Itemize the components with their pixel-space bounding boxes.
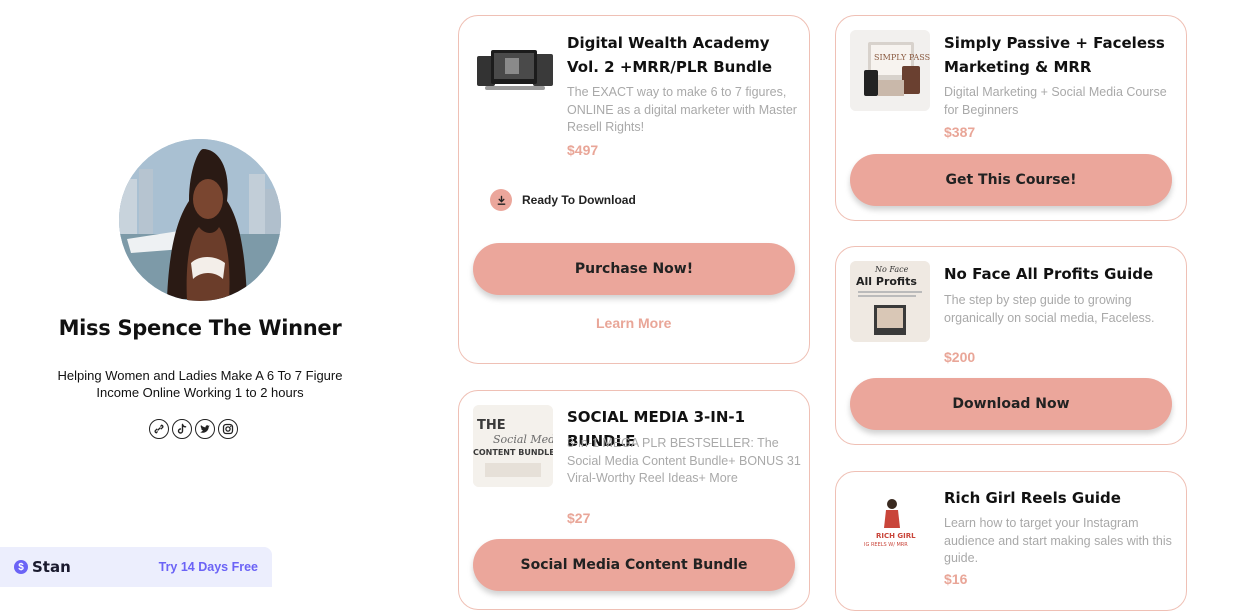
product-card-rich-girl: RICH GIRL IG REELS W/ MRR Rich Girl Reel… (835, 471, 1187, 611)
product-thumbnail: SIMPLY PASSIVE (850, 30, 930, 111)
avatar (119, 139, 281, 301)
product-card-digital-wealth: Digital Wealth Academy Vol. 2 +MRR/PLR B… (458, 15, 810, 364)
product-thumbnail: THE Social Media CONTENT BUNDLE (473, 405, 553, 487)
download-icon (490, 189, 512, 211)
product-description: The step by step guide to growing organi… (944, 293, 1155, 325)
link-icon[interactable] (149, 419, 169, 439)
get-course-button[interactable]: Get This Course! (850, 154, 1172, 206)
stan-logo-icon: $ (14, 560, 28, 574)
download-status-label: Ready To Download (522, 193, 636, 207)
product-title[interactable]: No Face All Profits Guide (944, 262, 1178, 286)
product-thumbnail: No Face All Profits (850, 261, 930, 342)
thumb-text-rich-girl: RICH GIRL (876, 532, 916, 540)
learn-more-link[interactable]: Learn More (596, 315, 671, 331)
product-card-simply-passive: SIMPLY PASSIVE Simply Passive + Faceless… (835, 15, 1187, 221)
product-price: $200 (944, 349, 976, 365)
purchase-button[interactable]: Purchase Now! (473, 243, 795, 295)
profile-panel: Miss Spence The Winner Helping Women and… (30, 0, 370, 587)
product-thumbnail: RICH GIRL IG REELS W/ MRR (850, 486, 930, 566)
download-now-button[interactable]: Download Now (850, 378, 1172, 430)
product-price: $27 (567, 510, 591, 526)
stan-brand: Stan (32, 558, 71, 576)
social-media-bundle-button[interactable]: Social Media Content Bundle (473, 539, 795, 591)
stan-trial-link[interactable]: Try 14 Days Free (159, 560, 258, 574)
thumb-text-social-media: Social Media (493, 433, 553, 446)
product-title[interactable]: Simply Passive + Faceless Marketing & MR… (944, 31, 1178, 79)
tiktok-icon[interactable] (172, 419, 192, 439)
product-card-social-media: THE Social Media CONTENT BUNDLE SOCIAL M… (458, 390, 810, 610)
product-description: Digital Marketing + Social Media Course … (944, 85, 1167, 117)
thumb-text-the: THE (477, 418, 506, 433)
product-thumbnail (475, 46, 555, 96)
instagram-icon[interactable] (218, 419, 238, 439)
product-card-no-face: No Face All Profits No Face All Profits … (835, 246, 1187, 445)
profile-name: Miss Spence The Winner (58, 316, 342, 340)
thumb-text-all-profits: All Profits (856, 275, 917, 288)
social-links (149, 419, 238, 441)
thumb-text-no-face: No Face (874, 265, 909, 274)
thumb-text-ig-reels: IG REELS W/ MRR (864, 542, 908, 548)
product-description: 3-in-1 MEGA PLR BESTSELLER: The Social M… (567, 436, 801, 485)
thumb-text-simply-passive: SIMPLY PASSIVE (874, 53, 930, 62)
download-status: Ready To Download (490, 189, 636, 211)
product-description: The EXACT way to make 6 to 7 figures, ON… (567, 85, 797, 134)
product-description: Learn how to target your Instagram audie… (944, 516, 1172, 565)
product-price: $497 (567, 142, 599, 158)
profile-bio: Helping Women and Ladies Make A 6 To 7 F… (57, 368, 343, 400)
thumb-text-content-bundle: CONTENT BUNDLE (473, 448, 553, 457)
stan-banner[interactable]: $ Stan Try 14 Days Free (0, 547, 272, 587)
product-title[interactable]: Rich Girl Reels Guide (944, 486, 1178, 510)
product-price: $16 (944, 571, 968, 587)
twitter-icon[interactable] (195, 419, 215, 439)
product-price: $387 (944, 124, 976, 140)
product-title[interactable]: Digital Wealth Academy Vol. 2 +MRR/PLR B… (567, 31, 801, 79)
